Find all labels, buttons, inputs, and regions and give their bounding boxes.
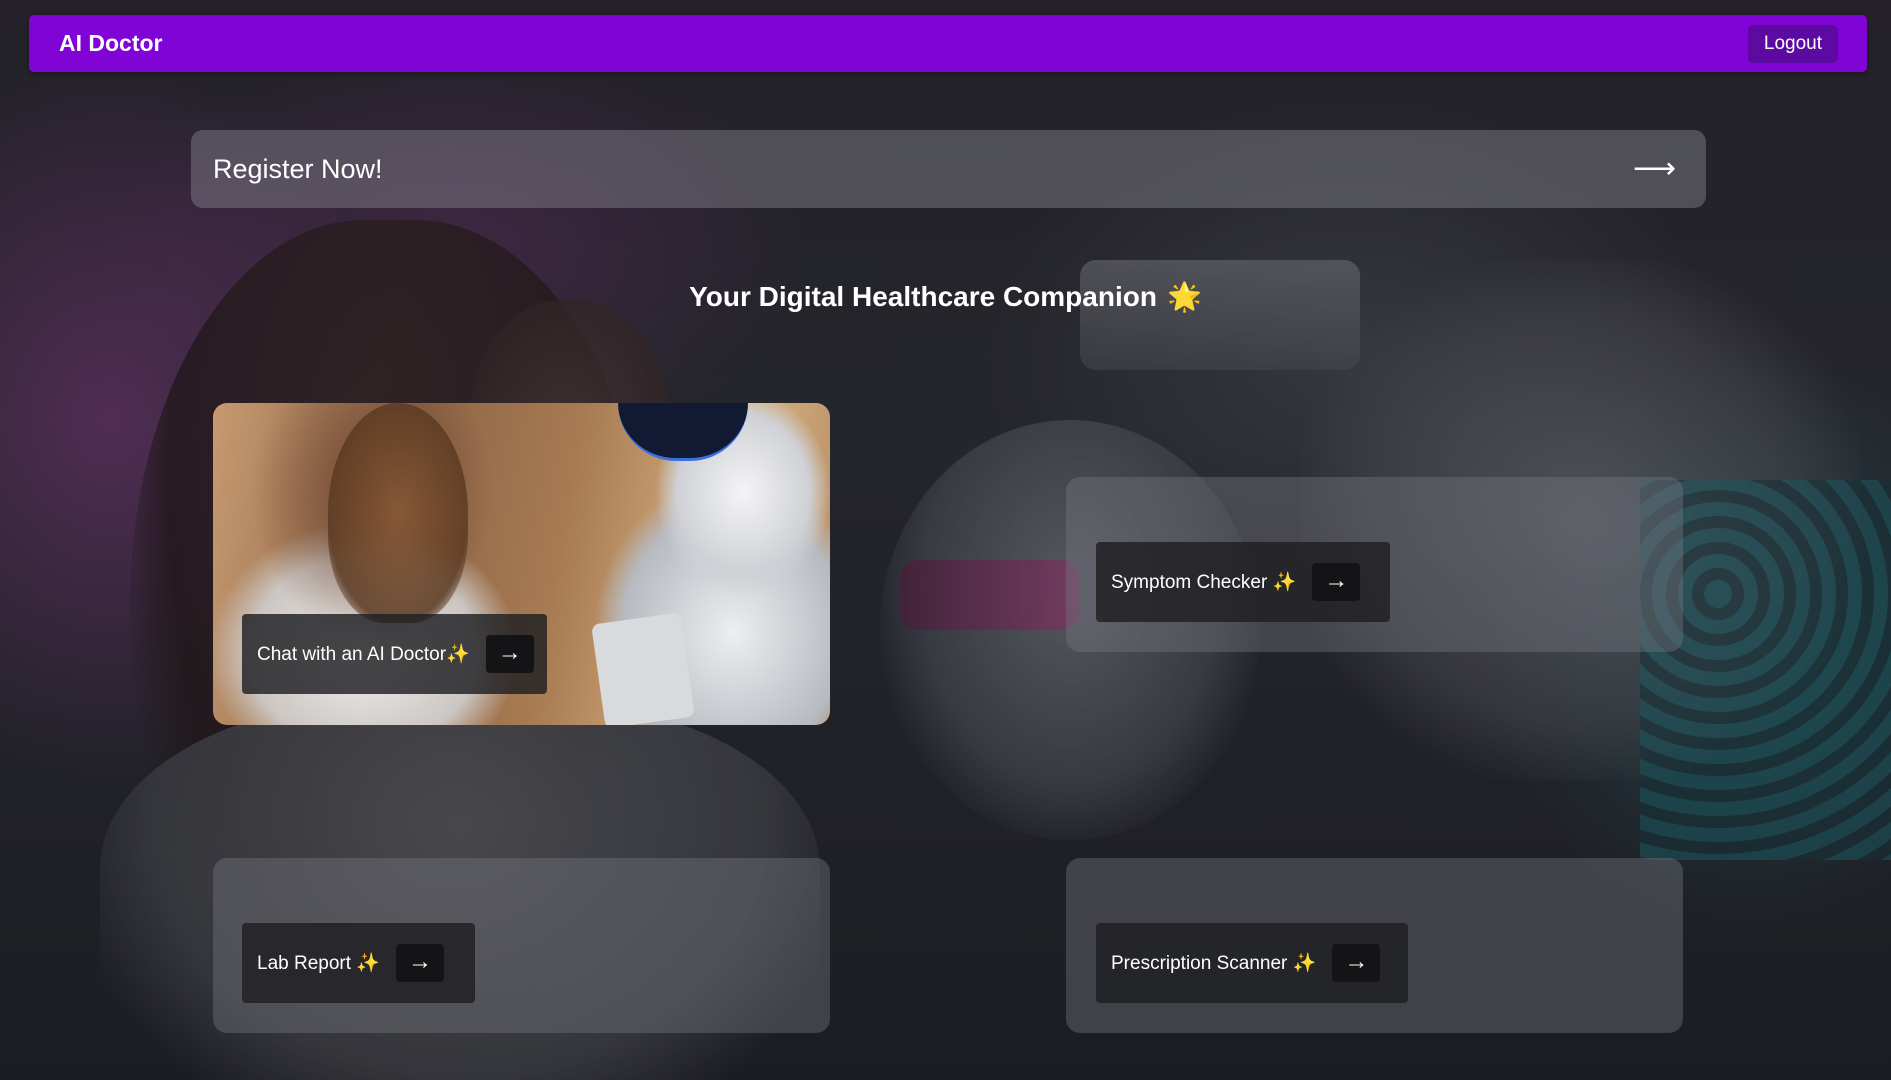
symptom-checker-label: Symptom Checker ✨	[1111, 572, 1297, 593]
heading-text: Your Digital Healthcare Companion	[689, 281, 1157, 312]
symptom-checker-button[interactable]: Symptom Checker ✨ →	[1096, 542, 1390, 622]
prescription-scanner-card: Prescription Scanner ✨ →	[1066, 858, 1683, 1033]
lab-report-label: Lab Report ✨	[257, 953, 380, 974]
register-label: Register Now!	[213, 154, 383, 184]
card-photo-tablet	[591, 612, 695, 725]
chat-doctor-card: Chat with an AI Doctor✨ →	[213, 403, 830, 725]
star-icon: 🌟	[1166, 281, 1202, 312]
arrow-right-icon[interactable]: →	[1332, 944, 1381, 982]
navbar: AI Doctor Logout	[29, 15, 1867, 72]
chat-doctor-label: Chat with an AI Doctor✨	[257, 644, 470, 665]
lab-report-button[interactable]: Lab Report ✨ →	[242, 923, 475, 1003]
prescription-scanner-button[interactable]: Prescription Scanner ✨ →	[1096, 923, 1408, 1003]
arrow-right-icon[interactable]: →	[485, 635, 534, 673]
chat-doctor-button[interactable]: Chat with an AI Doctor✨ →	[242, 614, 547, 694]
arrow-right-icon[interactable]: →	[395, 944, 444, 982]
symptom-checker-card: Symptom Checker ✨ →	[1066, 477, 1683, 652]
card-photo-robot	[618, 403, 748, 461]
arrow-right-icon[interactable]: →	[1312, 563, 1361, 601]
prescription-scanner-label: Prescription Scanner ✨	[1111, 953, 1317, 974]
brand-title[interactable]: AI Doctor	[59, 15, 163, 72]
logout-button[interactable]: Logout	[1747, 25, 1838, 63]
register-banner[interactable]: Register Now! ⟶	[191, 130, 1706, 208]
lab-report-card: Lab Report ✨ →	[213, 858, 830, 1033]
page-heading: Your Digital Healthcare Companion 🌟	[0, 280, 1891, 313]
card-photo-woman	[328, 403, 468, 623]
arrow-right-icon[interactable]: ⟶	[1633, 130, 1676, 208]
